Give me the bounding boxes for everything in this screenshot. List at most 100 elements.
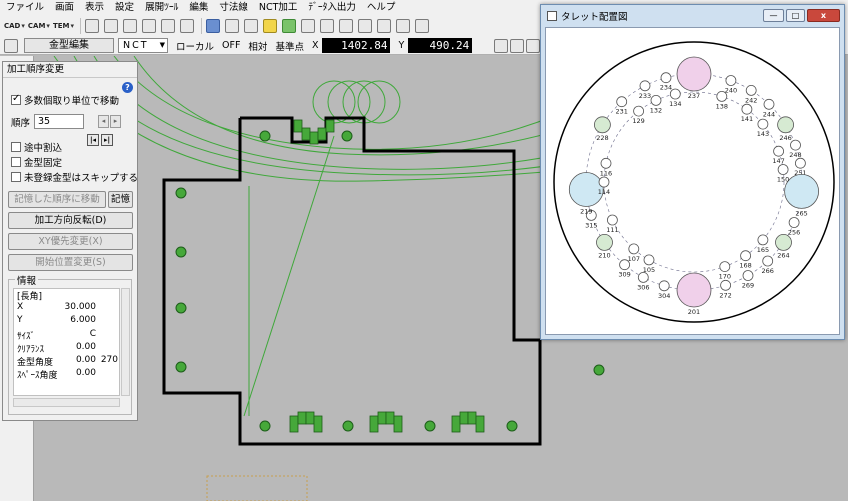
tem-button[interactable]: TEM ▾ — [53, 17, 74, 35]
chart-button[interactable] — [395, 17, 411, 35]
local-toggle[interactable]: ローカル — [176, 39, 214, 53]
transform-button[interactable] — [376, 17, 392, 35]
turret-station[interactable] — [741, 103, 753, 115]
eraser-button[interactable] — [103, 17, 119, 35]
point-button[interactable] — [224, 17, 240, 35]
order-input[interactable]: 35 — [34, 114, 85, 129]
turret-station[interactable] — [628, 243, 640, 255]
turret-station[interactable] — [600, 157, 612, 169]
turret-station[interactable] — [719, 261, 731, 273]
horizontal-scrollbar[interactable] — [13, 398, 120, 407]
turret-station[interactable] — [639, 80, 651, 92]
menu-nct[interactable]: NCT加工 — [259, 0, 298, 15]
turret-station[interactable] — [790, 139, 801, 151]
turret-station[interactable] — [725, 75, 737, 86]
turret-station[interactable] — [660, 72, 672, 84]
multi-move-checkbox[interactable] — [11, 93, 21, 105]
menu-unfold-tools[interactable]: 展開ﾂｰﾙ — [145, 0, 178, 15]
turret-station[interactable] — [762, 255, 774, 267]
turret-station[interactable] — [676, 272, 712, 308]
turret-canvas[interactable]: 237 240 242 244 246 248 251 265 256 264 266 269 272 2… — [545, 27, 840, 335]
cam-button[interactable]: CAM ▾ — [28, 17, 50, 35]
measure-button[interactable] — [300, 17, 316, 35]
last-button[interactable]: ▸| — [101, 134, 113, 146]
prev-arrow-icon[interactable]: ◂ — [98, 115, 110, 128]
circle-button[interactable] — [319, 17, 335, 35]
menu-help[interactable]: ヘルプ — [367, 0, 396, 15]
array-button[interactable] — [357, 17, 373, 35]
menu-dimension[interactable]: 寸法線 — [219, 0, 248, 15]
undo-button[interactable] — [160, 17, 176, 35]
turret-station[interactable] — [607, 214, 618, 226]
x-coord-value[interactable]: 1402.84 — [322, 38, 391, 53]
save-button[interactable] — [122, 17, 138, 35]
close-button[interactable]: x — [807, 9, 840, 22]
turret-station[interactable] — [643, 254, 655, 266]
turret-station[interactable] — [777, 116, 795, 134]
turret-station[interactable] — [650, 95, 662, 106]
menu-screen[interactable]: 画面 — [55, 0, 74, 15]
snap-button[interactable] — [205, 17, 221, 35]
reverse-direction-button[interactable]: 加工方向反転(D) — [8, 212, 133, 229]
redo-button[interactable] — [179, 17, 195, 35]
turret-station[interactable] — [669, 88, 681, 100]
turret-station[interactable] — [784, 173, 820, 209]
turret-station[interactable] — [742, 270, 754, 281]
mode-select[interactable]: NCT ▼ — [118, 38, 168, 53]
turret-station[interactable] — [763, 98, 775, 110]
first-button[interactable]: |◂ — [87, 134, 99, 146]
line-view-icon[interactable] — [526, 38, 541, 53]
interrupt-checkbox[interactable] — [11, 142, 21, 152]
skip-unregistered-checkbox[interactable] — [11, 172, 21, 182]
next-arrow-icon[interactable]: ▸ — [110, 115, 122, 128]
turret-station[interactable] — [658, 280, 670, 292]
turret-station[interactable] — [773, 145, 785, 157]
print-button[interactable] — [84, 17, 100, 35]
xy-priority-button[interactable]: XY優先変更(X) — [8, 233, 133, 250]
maximize-button[interactable]: □ — [786, 9, 805, 22]
turret-station[interactable] — [740, 250, 752, 262]
turret-station[interactable] — [757, 234, 769, 246]
vertical-scrollbar[interactable] — [121, 288, 130, 396]
relative-toggle[interactable]: 相対 — [248, 39, 267, 53]
tool-button[interactable] — [414, 17, 430, 35]
turret-station[interactable] — [745, 85, 757, 96]
menu-data-io[interactable]: ﾃﾞｰﾀ入出力 — [308, 0, 356, 15]
grid-button[interactable] — [338, 17, 354, 35]
help-icon[interactable]: ? — [122, 82, 133, 93]
start-position-button[interactable]: 開始位置変更(S) — [8, 254, 133, 271]
line-button[interactable] — [243, 17, 259, 35]
turret-station[interactable] — [757, 118, 769, 130]
turret-station[interactable] — [598, 176, 610, 188]
rect-button[interactable] — [262, 17, 278, 35]
view-icon[interactable] — [494, 38, 509, 53]
menu-settings[interactable]: 設定 — [115, 0, 134, 15]
menu-view[interactable]: 表示 — [85, 0, 104, 15]
menu-edit[interactable]: 編集 — [189, 0, 208, 15]
chart-view-icon[interactable] — [510, 38, 525, 53]
turret-station[interactable] — [777, 164, 789, 175]
turret-station[interactable] — [596, 233, 613, 251]
turret-station[interactable] — [616, 96, 628, 108]
base-point-toggle[interactable]: 基準点 — [275, 39, 304, 53]
layer-button[interactable] — [141, 17, 157, 35]
turret-station[interactable] — [633, 105, 644, 117]
turret-station[interactable] — [594, 116, 611, 134]
turret-station[interactable] — [794, 157, 806, 169]
menu-file[interactable]: ファイル — [6, 0, 44, 15]
minimize-button[interactable]: — — [763, 9, 784, 22]
move-to-memory-button[interactable]: 記憶した順序に移動 — [8, 191, 106, 208]
cad-button[interactable]: CAD ▾ — [4, 17, 25, 35]
pen-button[interactable] — [281, 17, 297, 35]
turret-station[interactable] — [775, 233, 792, 251]
die-fixed-checkbox[interactable] — [11, 157, 21, 167]
turret-station[interactable] — [676, 56, 712, 92]
info-list[interactable]: [長角] X 30.000 Y 6.000 ｻｲｽﾞ C ｸﾘｱﾗﾝｽ 0.00 金型角… — [13, 288, 120, 396]
off-toggle[interactable]: OFF — [222, 40, 240, 51]
memory-button[interactable]: 記憶 — [108, 191, 133, 208]
turret-station[interactable] — [788, 217, 800, 228]
turret-station[interactable] — [720, 279, 732, 291]
grid-view-icon[interactable] — [4, 38, 18, 53]
turret-station[interactable] — [716, 91, 728, 102]
y-coord-value[interactable]: 490.24 — [408, 38, 473, 53]
